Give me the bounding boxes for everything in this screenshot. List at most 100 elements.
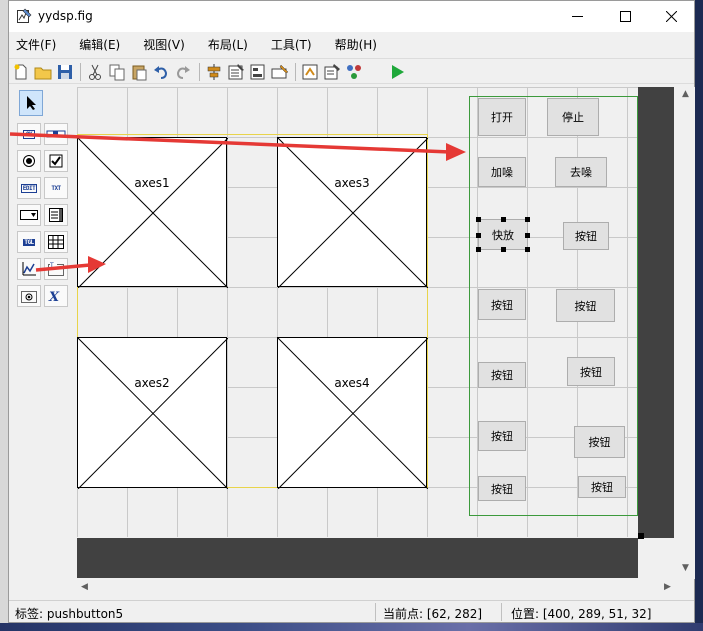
push-button[interactable]: 按钮 bbox=[567, 357, 615, 386]
edit-text-tool[interactable]: EDIT bbox=[17, 177, 41, 199]
pushbutton-icon: OK bbox=[22, 129, 36, 139]
push-button[interactable]: 按钮 bbox=[478, 476, 526, 501]
paste-icon[interactable] bbox=[130, 63, 148, 81]
undo-icon[interactable] bbox=[152, 63, 170, 81]
menu-tools[interactable]: 工具(T) bbox=[263, 34, 320, 54]
scroll-up-icon[interactable]: ▲ bbox=[682, 89, 689, 99]
selection-handle[interactable] bbox=[501, 217, 506, 222]
copy-icon[interactable] bbox=[108, 63, 126, 81]
radio-icon bbox=[23, 155, 35, 167]
popup-menu-tool[interactable] bbox=[17, 204, 41, 226]
table-tool[interactable] bbox=[44, 231, 68, 253]
activex-icon: X bbox=[48, 290, 60, 303]
radiobutton-tool[interactable] bbox=[17, 150, 41, 172]
scroll-right-icon[interactable]: ▶ bbox=[664, 582, 671, 592]
table-icon bbox=[48, 235, 64, 249]
push-button[interactable]: 按钮 bbox=[478, 289, 526, 320]
pushbutton-tool[interactable]: OK bbox=[17, 123, 41, 145]
axes-3[interactable]: axes3 bbox=[277, 137, 428, 288]
panel-tool[interactable]: T bbox=[44, 258, 68, 280]
menu-bar: 文件(F) 编辑(E) 视图(V) 布局(L) 工具(T) 帮助(H) bbox=[9, 34, 392, 54]
close-button[interactable] bbox=[648, 1, 694, 32]
push-button[interactable]: 按钮 bbox=[578, 476, 626, 498]
push-button[interactable]: 按钮 bbox=[563, 222, 609, 250]
selection-handle[interactable] bbox=[525, 217, 530, 222]
open-folder-icon[interactable] bbox=[34, 63, 52, 81]
menu-edit[interactable]: 编辑(E) bbox=[71, 34, 128, 54]
open-button[interactable]: 打开 bbox=[478, 98, 526, 136]
axes-tool[interactable] bbox=[17, 258, 41, 280]
run-icon[interactable] bbox=[388, 63, 406, 81]
figure-resize-handle[interactable] bbox=[638, 533, 644, 539]
redo-icon[interactable] bbox=[174, 63, 192, 81]
guide-window: yydsp.fig 文件(F) 编辑(E) 视图(V) 布局(L) 工具(T) … bbox=[8, 0, 695, 623]
selection-handle[interactable] bbox=[501, 247, 506, 252]
save-icon[interactable] bbox=[56, 63, 74, 81]
activex-tool[interactable]: X bbox=[44, 285, 68, 307]
status-position: 位置: [400, 289, 51, 32] bbox=[511, 607, 652, 621]
static-text-tool[interactable]: TXT bbox=[44, 177, 68, 199]
axes-icon bbox=[22, 262, 36, 276]
toggle-button-tool[interactable]: TGL bbox=[17, 231, 41, 253]
minimize-icon bbox=[571, 16, 583, 17]
vertical-scrollbar[interactable]: ▲ ▼ bbox=[678, 87, 695, 579]
menu-help[interactable]: 帮助(H) bbox=[327, 34, 385, 54]
tab-order-icon[interactable] bbox=[249, 63, 267, 81]
object-browser-icon[interactable] bbox=[345, 63, 363, 81]
selection-handle[interactable] bbox=[476, 247, 481, 252]
new-file-icon[interactable] bbox=[12, 63, 30, 81]
edit-text-icon: EDIT bbox=[20, 183, 38, 193]
maximize-icon bbox=[619, 11, 631, 22]
mfile-editor-icon[interactable] bbox=[301, 63, 319, 81]
canvas-out-of-bounds-bottom bbox=[77, 538, 638, 578]
checkbox-icon bbox=[49, 154, 63, 168]
checkbox-tool[interactable] bbox=[44, 150, 68, 172]
select-tool[interactable] bbox=[19, 90, 43, 116]
menu-layout[interactable]: 布局(L) bbox=[200, 34, 256, 54]
minimize-button[interactable] bbox=[554, 1, 600, 32]
fast-play-button[interactable]: 快放 bbox=[478, 219, 528, 250]
desktop-background-right bbox=[695, 0, 703, 631]
menu-file[interactable]: 文件(F) bbox=[9, 34, 64, 54]
axes-2[interactable]: axes2 bbox=[77, 337, 228, 489]
panel-icon: T bbox=[48, 262, 64, 276]
maximize-button[interactable] bbox=[602, 1, 648, 32]
property-inspector-icon[interactable] bbox=[323, 63, 341, 81]
canvas-out-of-bounds-right bbox=[638, 87, 674, 538]
menu-view[interactable]: 视图(V) bbox=[135, 34, 193, 54]
cut-icon[interactable] bbox=[86, 63, 104, 81]
menu-editor-icon[interactable] bbox=[227, 63, 245, 81]
title-bar: yydsp.fig bbox=[9, 1, 694, 32]
selection-handle[interactable] bbox=[476, 233, 481, 238]
listbox-icon bbox=[49, 208, 63, 222]
listbox-tool[interactable] bbox=[44, 204, 68, 226]
slider-icon bbox=[46, 130, 66, 138]
button-group-tool[interactable] bbox=[17, 285, 41, 307]
push-button[interactable]: 按钮 bbox=[556, 289, 615, 322]
push-button[interactable]: 按钮 bbox=[478, 421, 526, 451]
scroll-down-icon[interactable]: ▼ bbox=[682, 563, 689, 573]
pointer-icon bbox=[27, 96, 36, 110]
axes-placeholder-cross bbox=[78, 138, 228, 288]
selection-handle[interactable] bbox=[525, 233, 530, 238]
status-bar: 标签: pushbutton5 当前点: [62, 282] 位置: [400,… bbox=[9, 600, 694, 622]
add-noise-button[interactable]: 加噪 bbox=[478, 157, 526, 187]
push-button[interactable]: 按钮 bbox=[574, 426, 625, 458]
axes-placeholder-cross bbox=[278, 338, 428, 489]
axes-1[interactable]: axes1 bbox=[77, 137, 228, 288]
toolbar bbox=[9, 58, 694, 84]
selection-handle[interactable] bbox=[525, 247, 530, 252]
status-current-point: 当前点: [62, 282] bbox=[383, 607, 483, 621]
push-button[interactable]: 按钮 bbox=[478, 362, 526, 388]
align-icon[interactable] bbox=[205, 63, 223, 81]
denoise-button[interactable]: 去噪 bbox=[555, 157, 607, 187]
slider-tool[interactable] bbox=[44, 123, 68, 145]
axes-placeholder-cross bbox=[78, 338, 228, 489]
stop-button[interactable]: 停止 bbox=[547, 98, 599, 136]
selection-handle[interactable] bbox=[476, 217, 481, 222]
toolbar-editor-icon[interactable] bbox=[271, 63, 289, 81]
scroll-left-icon[interactable]: ◀ bbox=[81, 582, 88, 592]
horizontal-scrollbar[interactable]: ◀ ▶ bbox=[77, 579, 678, 596]
axes-4[interactable]: axes4 bbox=[277, 337, 428, 489]
static-text-icon: TXT bbox=[51, 184, 61, 192]
